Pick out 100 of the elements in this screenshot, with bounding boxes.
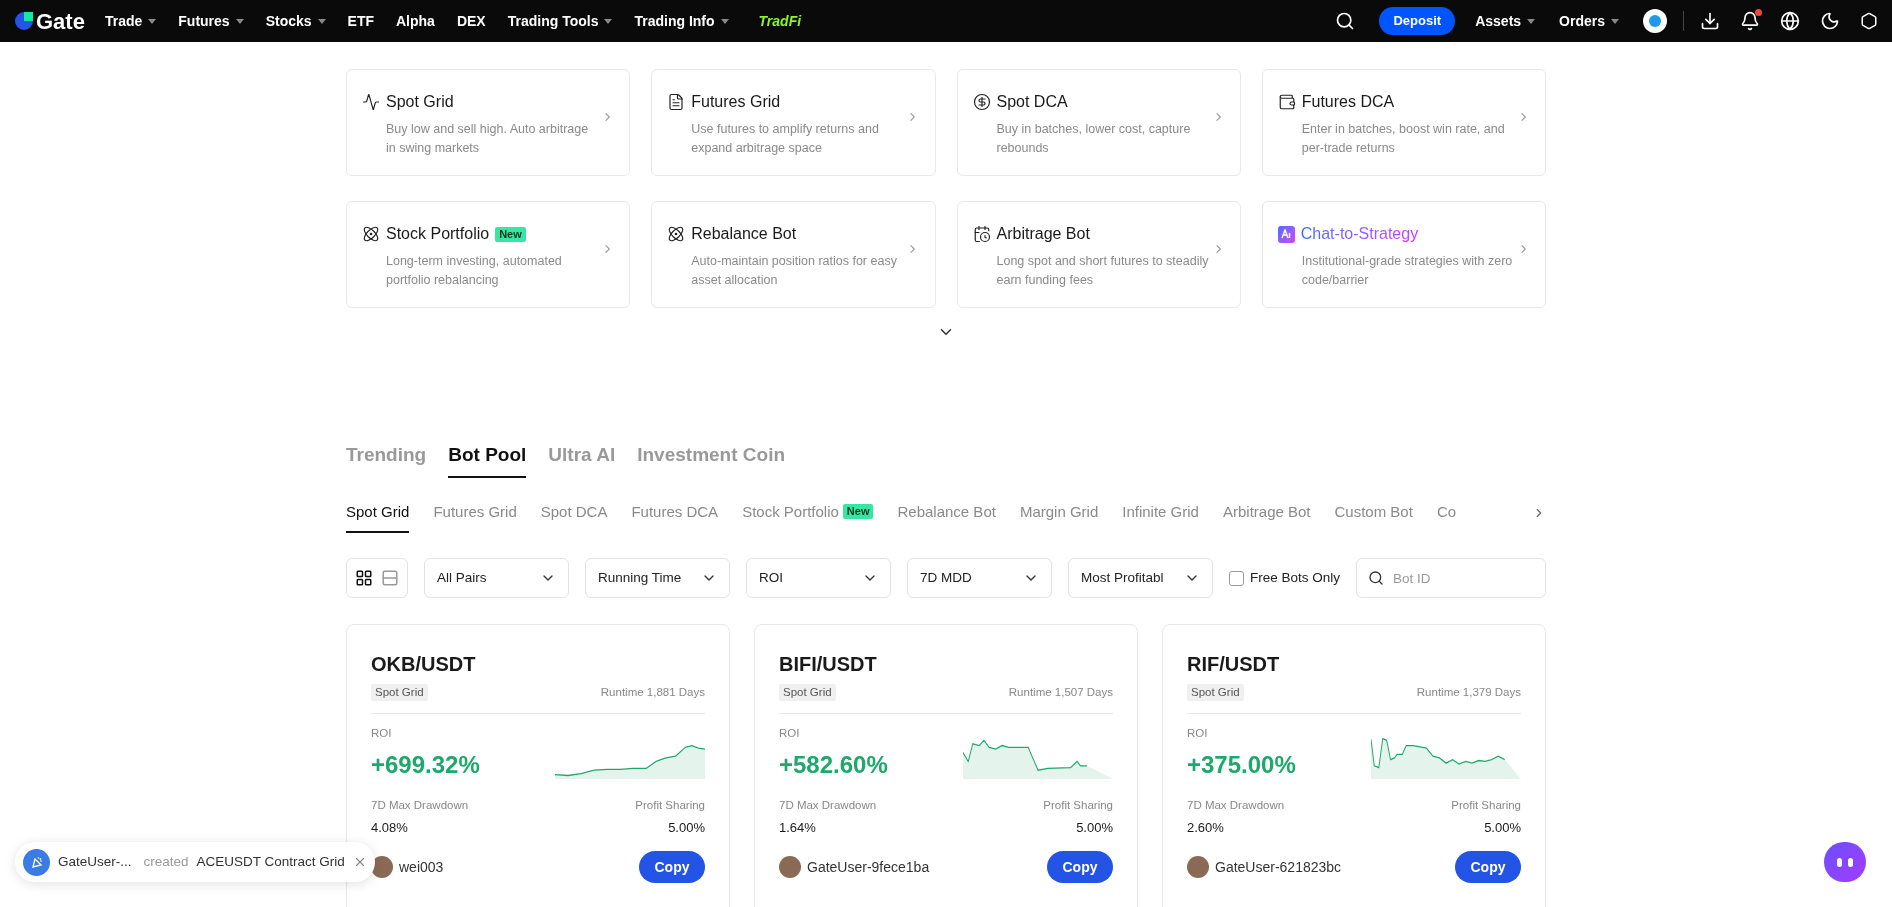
strategy-icon [362,225,380,243]
sub-tab[interactable]: Margin Grid [1019,500,1099,533]
copy-button[interactable]: Copy [1455,851,1521,884]
strategy-card[interactable]: Chat-to-Strategy Institutional-grade strategies with zero code/barrier [1261,201,1546,308]
nav-item[interactable]: Alpha [396,10,435,32]
download-icon[interactable] [1700,11,1720,31]
filter-dropdown[interactable]: ROI [746,558,891,598]
free-bots-checkbox[interactable]: Free Bots Only [1229,567,1341,589]
logo[interactable]: Gate [14,4,85,38]
sub-tab[interactable]: Stock Portfolio New [742,500,874,533]
strategy-description: Long spot and short futures to steadily earn funding fees [996,253,1210,289]
party-icon [23,848,50,876]
pair-name: BIFI/USDT [779,652,878,676]
roi-value: +375.00% [1187,749,1296,780]
sub-tab[interactable]: Futures Grid [433,500,517,533]
sub-tab[interactable]: Rebalance Bot [897,500,996,533]
profit-sharing-label: Profit Sharing [635,797,705,813]
filter-dropdown[interactable]: Most Profitabl [1068,558,1213,598]
new-badge: New [495,226,526,242]
profit-sharing-value: 5.00% [1076,818,1113,837]
filter-dropdown[interactable]: 7D MDD [907,558,1052,598]
copy-button[interactable]: Copy [1047,851,1113,884]
drawdown-label: 7D Max Drawdown [1187,797,1285,813]
nav-item[interactable]: Trading Info [634,10,729,32]
toast-user: GateUser-... [58,852,132,871]
sub-tab[interactable]: Spot Grid [346,500,410,533]
copy-button[interactable]: Copy [639,851,705,884]
main-tab[interactable]: Bot Pool [448,441,527,478]
strategy-title: Futures DCA [1301,92,1395,112]
bot-card[interactable]: BIFI/USDT Spot Grid Runtime 1,507 Days ROI +582.60% 7D Max Drawdown Profit Sharing 1.64% 5.00% GateUser-9fece1ba Copy [754,624,1138,907]
drawdown-value: 2.60% [1187,818,1224,837]
nav-item[interactable]: Futures [178,10,244,32]
bot-card[interactable]: RIF/USDT Spot Grid Runtime 1,379 Days ROI +375.00% 7D Max Drawdown Profit Sharing 2.60% 5.00% GateUser-621823bc Copy [1162,624,1546,907]
strategy-card[interactable]: Spot Grid Buy low and sell high. Auto arbitrage in swing markets [346,69,631,176]
drawdown-label: 7D Max Drawdown [371,797,469,813]
sub-tab[interactable]: Futures DCA [631,500,719,533]
profit-sharing-value: 5.00% [668,818,705,837]
pair-name: OKB/USDT [371,652,477,676]
strategy-description: Long-term investing, automated portfolio rebalancing [386,253,563,289]
strategy-description: Institutional-grade strategies with zero code/barrier [1301,253,1514,289]
strategy-card[interactable]: Stock Portfolio New Long-term investing, automated portfolio rebalancing [346,201,631,308]
roi-value: +699.32% [371,749,480,780]
filter-dropdown[interactable]: Running Time [585,558,730,598]
notification-icon[interactable] [1740,11,1760,31]
strategy-description: Enter in batches, boost win rate, and per-trade returns [1301,121,1506,157]
toast-subject: ACEUSDT Contract Grid [196,852,345,871]
search-icon[interactable] [1335,11,1356,31]
strategy-title: Rebalance Bot [691,224,797,244]
pair-name: RIF/USDT [1187,652,1281,676]
deposit-button[interactable]: Deposit [1379,7,1456,35]
roi-label: ROI [1187,726,1209,742]
nav-item[interactable]: Trade [104,10,157,32]
strategy-icon [1277,93,1296,111]
sub-tab[interactable]: Custom Bot [1334,500,1413,533]
drawdown-value: 1.64% [779,818,816,837]
strategy-tag: Spot Grid [779,684,836,702]
language-icon[interactable] [1780,11,1800,31]
nav-item[interactable]: DEX [456,10,486,32]
filter-dropdown[interactable]: All Pairs [424,558,569,598]
nav-item[interactable]: Stocks [265,10,326,32]
drawdown-value: 4.08% [371,818,408,837]
bot-id-search-field[interactable]: Bot ID [1356,558,1546,598]
strategy-description: Buy in batches, lower cost, capture rebounds [996,121,1192,157]
profit-sharing-label: Profit Sharing [1043,797,1113,813]
sub-tab[interactable]: Spot DCA [540,500,608,533]
tradfi-logo[interactable]: TradFi [758,10,802,32]
runtime-text: Runtime 1,379 Days [1416,685,1521,700]
drawdown-label: 7D Max Drawdown [779,797,877,813]
strategy-card[interactable]: Futures DCA Enter in batches, boost win rate, and per-trade returns [1261,69,1546,176]
list-view-icon[interactable] [381,569,399,587]
strategy-card[interactable]: Rebalance Bot Auto-maintain position ratios for easy asset allocation [651,201,936,308]
strategy-card[interactable]: Futures Grid Use futures to amplify returns and expand arbitrage space [651,69,936,176]
profit-sharing-label: Profit Sharing [1451,797,1521,813]
roi-value: +582.60% [779,749,888,780]
logo-icon [14,11,34,31]
strategy-icon [667,93,686,111]
logo-text: Gate [36,7,85,36]
nav-item[interactable]: Assets [1475,10,1536,32]
nav-item[interactable]: Trading Tools [507,10,613,32]
toast-action: created [143,852,189,871]
user-name: wei003 [399,857,444,877]
ai-icon [1277,225,1295,243]
user-name: GateUser-621823bc [1215,857,1342,877]
nav-item[interactable]: Orders [1559,10,1619,32]
avatar[interactable] [1643,9,1667,33]
sub-tab[interactable]: Infinite Grid [1122,500,1199,533]
roi-label: ROI [371,726,393,742]
sub-tab[interactable]: Arbitrage Bot [1222,500,1311,533]
strategy-card[interactable]: Arbitrage Bot Long spot and short futures to steadily earn funding fees [956,201,1241,308]
nav-item[interactable]: ETF [347,10,374,32]
chat-bot-button[interactable] [1824,842,1866,882]
grid-view-icon[interactable] [355,569,373,587]
theme-icon[interactable] [1820,11,1840,31]
new-badge: New [842,504,874,520]
strategy-tag: Spot Grid [1187,684,1244,702]
strategy-card[interactable]: Spot DCA Buy in batches, lower cost, capture rebounds [956,69,1241,176]
sub-tab[interactable]: Co [1436,500,1457,533]
settings-icon[interactable] [1860,12,1878,30]
user-avatar [1187,856,1209,879]
strategy-tag: Spot Grid [371,684,428,702]
